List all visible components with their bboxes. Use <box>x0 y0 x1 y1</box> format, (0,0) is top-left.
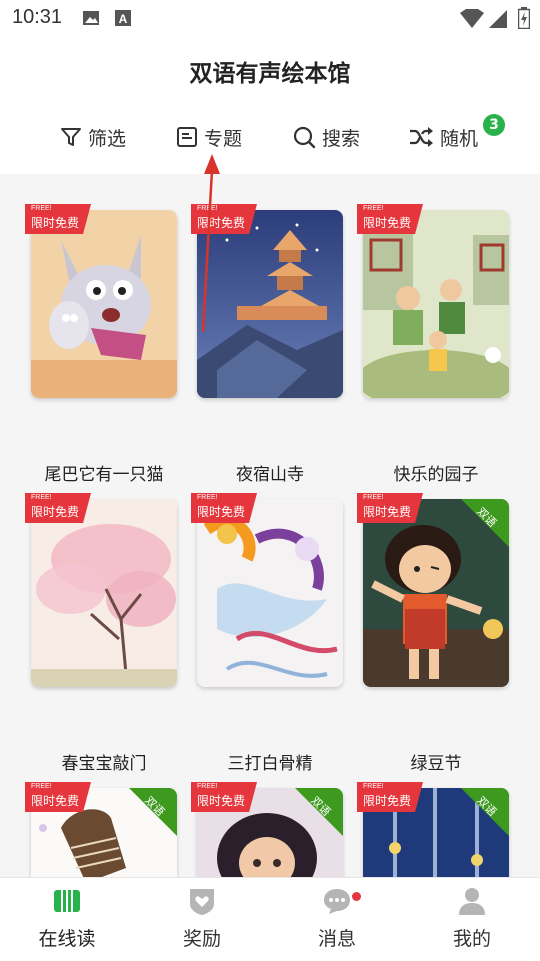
toolbar: 筛选 专题 搜索 随机 <box>0 112 540 162</box>
svg-text:A: A <box>119 12 128 26</box>
book-cover[interactable] <box>363 499 509 687</box>
gallery-icon <box>82 9 100 31</box>
book-title: 夜宿山寺 <box>236 465 304 485</box>
random-count-badge: 3 <box>483 114 505 136</box>
free-tag: FREE! 限时免费 <box>25 782 91 812</box>
book-title: 尾巴它有一只猫 <box>44 465 164 485</box>
unread-dot <box>352 892 361 901</box>
book-title: 三打白骨精 <box>227 754 313 774</box>
search-label: 搜索 <box>322 127 361 150</box>
chat-bubble-icon <box>324 889 350 914</box>
nav-label: 在线读 <box>38 928 96 950</box>
bottom-nav: 在线读 奖励 消息 我的 <box>0 877 540 961</box>
nav-label: 消息 <box>317 928 356 950</box>
nav-profile[interactable]: 我的 <box>422 886 522 951</box>
book-cover[interactable] <box>363 210 509 398</box>
book-grid: FREE! 限时免费 尾巴它有一只猫 FREE! 限时免费 夜宿山寺 FREE!… <box>0 174 540 877</box>
search-icon <box>293 126 316 149</box>
filter-label: 筛选 <box>88 127 127 150</box>
free-tag: FREE! 限时免费 <box>357 493 423 523</box>
book-title: 快乐的园子 <box>393 465 479 485</box>
battery-icon <box>517 7 531 33</box>
free-tag: FREE! 限时免费 <box>25 204 91 234</box>
free-tag: FREE! 限时免费 <box>191 493 257 523</box>
search-button[interactable]: 搜索 <box>292 112 360 162</box>
book-icon <box>54 890 80 912</box>
book-title: 春宝宝敲门 <box>61 754 147 774</box>
book-cover[interactable] <box>31 499 177 687</box>
text-a-icon: A <box>114 9 132 31</box>
book-cover[interactable] <box>197 499 343 687</box>
book-title: 绿豆节 <box>410 754 462 774</box>
topic-doc-icon <box>177 127 197 147</box>
status-time: 10:31 <box>12 6 63 28</box>
page-title: 双语有声绘本馆 <box>189 61 351 87</box>
shuffle-icon <box>410 127 433 147</box>
person-icon <box>459 888 485 915</box>
nav-rewards[interactable]: 奖励 <box>152 886 252 951</box>
filter-button[interactable]: 筛选 <box>60 112 126 162</box>
shield-heart-icon <box>190 889 214 915</box>
free-tag: FREE! 限时免费 <box>25 493 91 523</box>
random-button[interactable]: 随机 <box>408 112 478 162</box>
nav-messages[interactable]: 消息 <box>287 886 387 951</box>
signal-icon <box>488 9 508 33</box>
free-tag: FREE! 限时免费 <box>357 204 423 234</box>
nav-online-read[interactable]: 在线读 <box>17 886 117 951</box>
book-cover[interactable] <box>31 210 177 398</box>
annotation-arrow <box>201 154 220 333</box>
nav-label: 我的 <box>452 928 491 950</box>
wifi-icon <box>460 9 484 33</box>
status-bar: 10:31 A <box>0 0 540 38</box>
topic-label: 专题 <box>204 127 243 150</box>
free-tag: FREE! 限时免费 <box>191 782 257 812</box>
random-label: 随机 <box>440 127 479 150</box>
free-tag: FREE! 限时免费 <box>357 782 423 812</box>
nav-label: 奖励 <box>182 928 221 950</box>
filter-icon <box>61 128 81 146</box>
